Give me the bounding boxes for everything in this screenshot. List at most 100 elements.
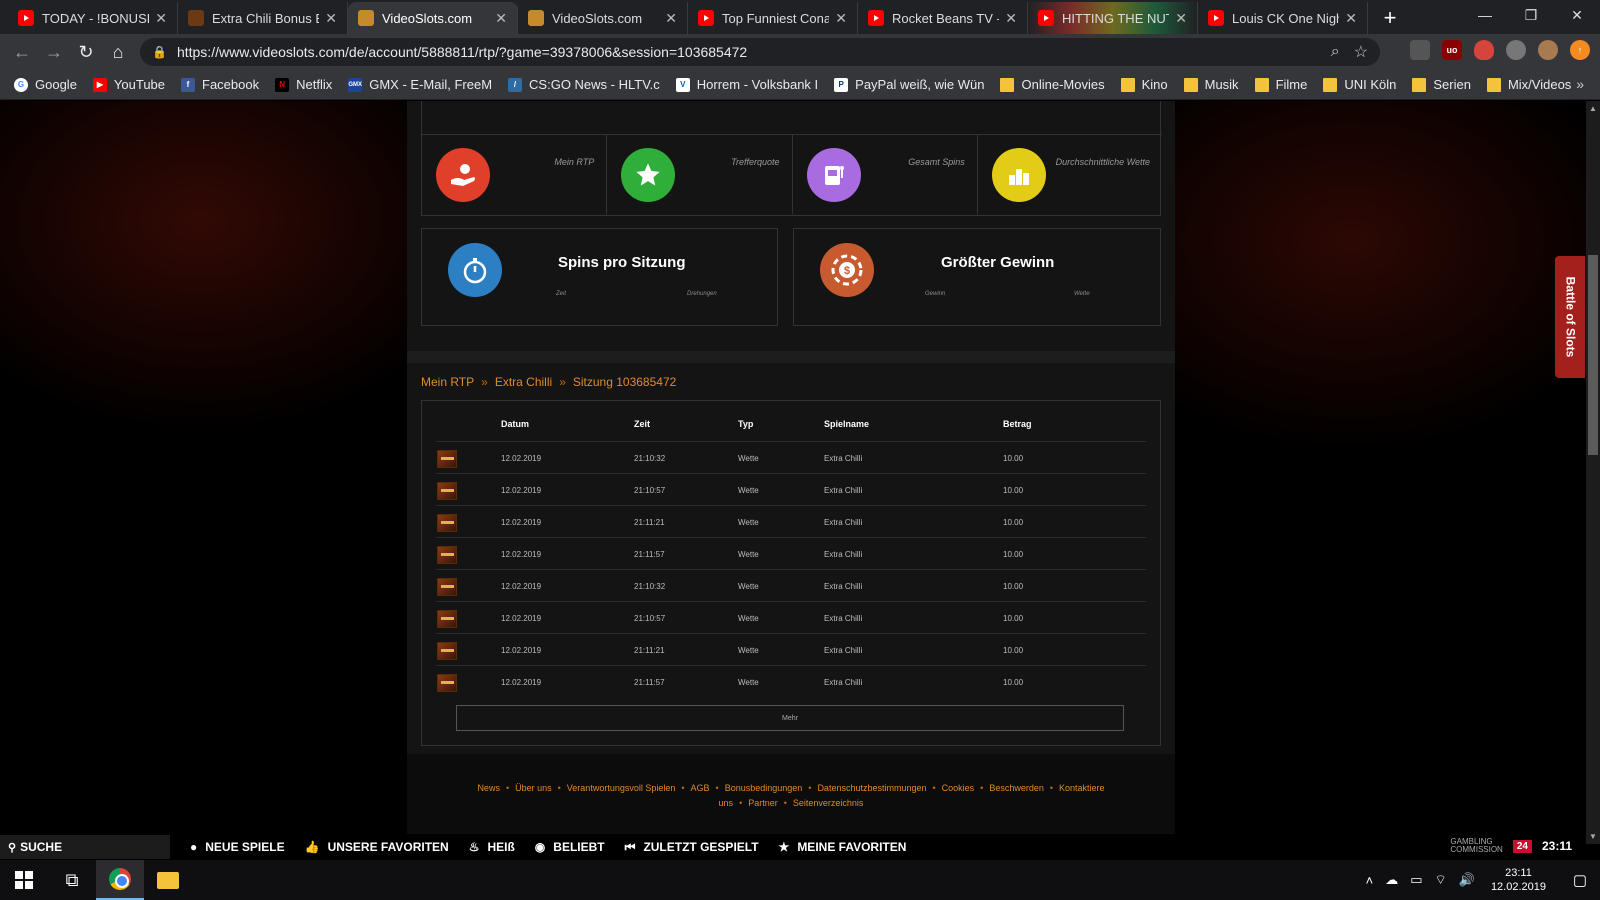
shield-icon[interactable]: [1474, 40, 1494, 60]
task-view-button[interactable]: ⧉: [48, 860, 96, 900]
address-bar[interactable]: 🔒 https://www.videoslots.com/de/account/…: [140, 38, 1380, 66]
bookmark-folder[interactable]: Filme: [1254, 77, 1307, 92]
footer-link[interactable]: Datenschutzbestimmungen: [817, 783, 926, 793]
bookmarks-overflow-icon[interactable]: »: [1576, 76, 1584, 92]
reload-icon[interactable]: ↻: [70, 36, 102, 68]
taskbar-clock[interactable]: 23:11 12.02.2019: [1491, 866, 1546, 894]
battery-icon[interactable]: ▭: [1410, 872, 1422, 888]
facebook-icon: f: [181, 77, 196, 92]
browser-tab-active[interactable]: VideoSlots.com ✕: [348, 2, 518, 34]
home-icon[interactable]: ⌂: [102, 36, 134, 68]
footer-link[interactable]: Partner: [748, 798, 778, 808]
bookmark-hltv[interactable]: / CS:GO News - HLTV.c: [508, 77, 660, 92]
footer-link[interactable]: Seitenverzeichnis: [793, 798, 864, 808]
browser-tab[interactable]: Extra Chili Bonus Bu ✕: [178, 2, 348, 34]
extension-icon[interactable]: [1506, 40, 1526, 60]
bookmark-folder[interactable]: Serien: [1412, 77, 1471, 92]
bookmark-folder[interactable]: UNI Köln: [1323, 77, 1396, 92]
footer-link[interactable]: News: [477, 783, 500, 793]
close-icon[interactable]: ✕: [665, 10, 677, 27]
gambling-commission-logo[interactable]: GAMBLING COMMISSION: [1450, 838, 1502, 854]
game-thumbnail-icon[interactable]: [437, 578, 457, 596]
nav-new-games[interactable]: ● NEUE SPIELE: [190, 840, 285, 854]
breadcrumb-link[interactable]: Mein RTP: [421, 375, 474, 389]
game-thumbnail-icon[interactable]: [437, 482, 457, 500]
battle-of-slots-tab[interactable]: Battle of Slots: [1555, 256, 1585, 378]
bookmark-gmx[interactable]: GMX GMX - E-Mail, FreeM: [348, 77, 492, 92]
game-thumbnail-icon[interactable]: [437, 642, 457, 660]
nav-our-favorites[interactable]: 👍 UNSERE FAVORITEN: [305, 840, 449, 854]
minimize-icon[interactable]: —: [1462, 0, 1508, 30]
nav-popular[interactable]: ◉ BELIEBT: [535, 840, 605, 854]
bookmark-folder[interactable]: Kino: [1120, 77, 1168, 92]
back-icon[interactable]: ←: [6, 36, 38, 68]
scrollbar-thumb[interactable]: [1588, 255, 1598, 455]
gc-line: COMMISSION: [1450, 845, 1503, 854]
browser-tab[interactable]: Rocket Beans TV - Y ✕: [858, 2, 1028, 34]
bookmark-youtube[interactable]: ▶ YouTube: [92, 77, 165, 92]
zoom-icon[interactable]: ⌕: [1331, 43, 1340, 61]
wifi-icon[interactable]: ⌔: [1435, 872, 1447, 888]
game-thumbnail-icon[interactable]: [437, 514, 457, 532]
taskbar-chrome[interactable]: [96, 860, 144, 900]
close-window-icon[interactable]: ✕: [1554, 0, 1600, 30]
volume-icon[interactable]: 🔊: [1459, 872, 1475, 888]
new-tab-button[interactable]: +: [1376, 4, 1404, 32]
browser-tab[interactable]: Louis CK One Night ✕: [1198, 2, 1368, 34]
restore-icon[interactable]: ❐: [1508, 0, 1554, 30]
game-thumbnail-icon[interactable]: [437, 450, 457, 468]
close-icon[interactable]: ✕: [1345, 10, 1357, 27]
footer-link[interactable]: Beschwerden: [989, 783, 1044, 793]
close-icon[interactable]: ✕: [495, 10, 507, 27]
search-button[interactable]: ⚲ SUCHE: [0, 835, 170, 859]
footer-link[interactable]: Verantwortungsvoll Spielen: [567, 783, 676, 793]
nav-last-played[interactable]: ⏮ ZULETZT GESPIELT: [625, 840, 759, 855]
nav-hot[interactable]: ♨ HEIß: [469, 840, 515, 854]
footer-link[interactable]: Bonusbedingungen: [725, 783, 803, 793]
bookmark-star-icon[interactable]: ☆: [1354, 42, 1368, 62]
game-thumbnail-icon[interactable]: [437, 546, 457, 564]
bookmark-folder[interactable]: Musik: [1183, 77, 1239, 92]
footer-link[interactable]: Über uns: [515, 783, 552, 793]
bookmark-folder[interactable]: Mix/Videos: [1486, 77, 1571, 92]
browser-tab[interactable]: Top Funniest Conan ✕: [688, 2, 858, 34]
taskbar-explorer[interactable]: [144, 860, 192, 900]
avatar[interactable]: [1538, 40, 1558, 60]
chevron-up-icon[interactable]: ˄: [1366, 873, 1374, 888]
game-thumbnail-icon[interactable]: [437, 674, 457, 692]
forward-icon[interactable]: →: [38, 36, 70, 68]
bookmark-volksbank[interactable]: V Horrem - Volksbank I: [675, 77, 818, 92]
scroll-down-icon[interactable]: ▼: [1589, 832, 1597, 841]
ublock-icon[interactable]: uo: [1442, 40, 1462, 60]
update-icon[interactable]: ↑: [1570, 40, 1590, 60]
scrollbar[interactable]: ▲ ▼: [1586, 101, 1600, 844]
more-button[interactable]: Mehr: [456, 705, 1124, 731]
close-icon[interactable]: ✕: [155, 10, 167, 27]
bookmark-netflix[interactable]: N Netflix: [275, 77, 332, 92]
browser-tab[interactable]: HITTING THE NUTTI ✕: [1028, 2, 1198, 34]
close-icon[interactable]: ✕: [325, 10, 337, 27]
breadcrumb-link[interactable]: Extra Chilli: [495, 375, 552, 389]
notification-icon[interactable]: ▢: [1560, 871, 1600, 889]
game-thumbnail-icon[interactable]: [437, 610, 457, 628]
browser-tab[interactable]: VideoSlots.com ✕: [518, 2, 688, 34]
footer-link[interactable]: AGB: [691, 783, 710, 793]
bookmark-folder[interactable]: Online-Movies: [1000, 77, 1105, 92]
nav-my-favorites[interactable]: ★ MEINE FAVORITEN: [779, 840, 907, 854]
url-text[interactable]: https://www.videoslots.com/de/account/58…: [177, 44, 1317, 60]
close-icon[interactable]: ✕: [1005, 10, 1017, 27]
bookmark-google[interactable]: G Google: [14, 77, 77, 92]
breadcrumb-current[interactable]: Sitzung 103685472: [573, 375, 676, 389]
scroll-up-icon[interactable]: ▲: [1589, 104, 1597, 113]
browser-tab[interactable]: TODAY - !BONUSHU ✕: [8, 2, 178, 34]
column-header-time: Zeit: [634, 419, 651, 429]
close-icon[interactable]: ✕: [835, 10, 847, 27]
bookmark-facebook[interactable]: f Facebook: [181, 77, 259, 92]
bookmark-paypal[interactable]: P PayPal weiß, wie Wün: [834, 77, 984, 92]
onedrive-icon[interactable]: ☁: [1385, 872, 1398, 888]
extension-icon[interactable]: [1410, 40, 1430, 60]
footer-link[interactable]: Cookies: [942, 783, 975, 793]
table-cell: 10.00: [1003, 454, 1024, 463]
start-button[interactable]: [0, 860, 48, 900]
close-icon[interactable]: ✕: [1175, 10, 1187, 27]
